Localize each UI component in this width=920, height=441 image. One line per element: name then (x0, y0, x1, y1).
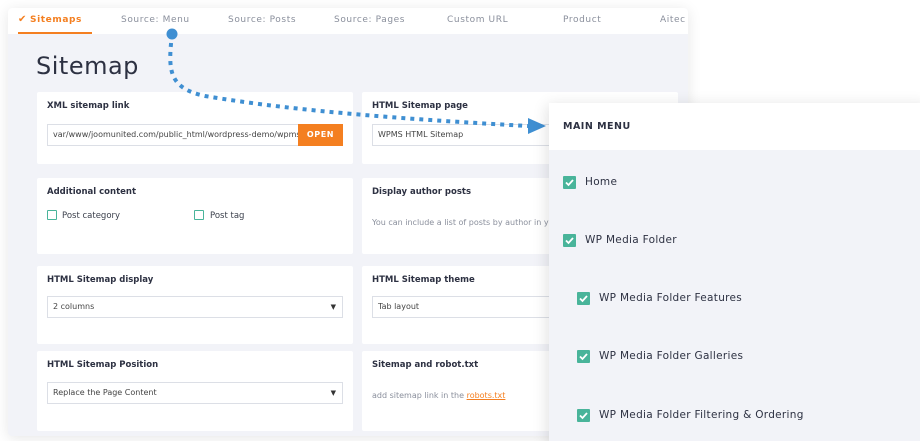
tab-product[interactable]: Product (563, 8, 601, 34)
html-sitemap-theme-label: HTML Sitemap theme (372, 275, 475, 285)
main-menu-panel: MAIN MENU Home WP Media Folder WP Media … (549, 103, 920, 441)
additional-content-label: Additional content (47, 187, 137, 197)
checked-checkbox-icon[interactable] (577, 292, 590, 305)
post-category-checkbox[interactable] (47, 210, 57, 220)
post-tag-label: Post tag (210, 211, 245, 221)
menu-item-label: WP Media Folder Galleries (599, 350, 744, 362)
html-sitemap-display-label: HTML Sitemap display (47, 275, 154, 285)
tab-aitec[interactable]: Aitec (660, 8, 686, 34)
main-menu-header: MAIN MENU (549, 103, 920, 150)
post-tag-checkbox[interactable] (194, 210, 204, 220)
html-sitemap-display-select[interactable]: 2 columns ▼ (47, 296, 343, 318)
checked-checkbox-icon[interactable] (577, 350, 590, 363)
html-sitemap-position-label: HTML Sitemap Position (47, 360, 159, 370)
robots-txt-link[interactable]: robots.txt (467, 391, 506, 400)
tab-source-posts[interactable]: Source: Posts (228, 8, 296, 34)
xml-sitemap-field[interactable]: var/www/joomunited.com/public_html/wordp… (47, 124, 299, 146)
checked-checkbox-icon[interactable] (563, 234, 576, 247)
xml-sitemap-label: XML sitemap link (47, 101, 130, 111)
tab-custom-url[interactable]: Custom URL (447, 8, 508, 34)
check-icon: ✔ (18, 14, 27, 25)
select-arrow-icon: ▼ (330, 389, 336, 397)
post-category-label: Post category (62, 211, 121, 221)
html-sitemap-position-select[interactable]: Replace the Page Content ▼ (47, 382, 343, 404)
xml-sitemap-card: XML sitemap link var/www/joomunited.com/… (37, 92, 353, 164)
menu-item-label: WP Media Folder Filtering & Ordering (599, 409, 804, 421)
tab-bar: ✔ Sitemaps Source: Menu Source: Posts Sou… (8, 8, 688, 34)
tab-source-menu[interactable]: Source: Menu (121, 8, 190, 34)
sitemap-robot-label: Sitemap and robot.txt (372, 360, 479, 370)
checked-checkbox-icon[interactable] (563, 176, 576, 189)
display-author-posts-label: Display author posts (372, 187, 471, 197)
open-button[interactable]: OPEN (298, 124, 343, 146)
tab-source-pages[interactable]: Source: Pages (334, 8, 405, 34)
author-posts-description: You can include a list of posts by autho… (372, 218, 554, 227)
menu-item-label: Home (585, 176, 618, 188)
tab-sitemaps[interactable]: ✔ Sitemaps (18, 8, 93, 34)
menu-item-label: WP Media Folder Features (599, 292, 743, 304)
html-sitemap-position-card: HTML Sitemap Position Replace the Page C… (37, 351, 353, 431)
robot-description: add sitemap link in the robots.txt (372, 391, 506, 400)
main-menu-title: MAIN MENU (563, 121, 631, 132)
select-arrow-icon: ▼ (330, 303, 336, 311)
menu-item-label: WP Media Folder (585, 234, 677, 246)
html-sitemap-page-label: HTML Sitemap page (372, 101, 468, 111)
html-sitemap-display-card: HTML Sitemap display 2 columns ▼ (37, 266, 353, 344)
page-title: Sitemap (36, 52, 139, 80)
additional-content-card: Additional content Post category Post ta… (37, 178, 353, 254)
checked-checkbox-icon[interactable] (577, 409, 590, 422)
